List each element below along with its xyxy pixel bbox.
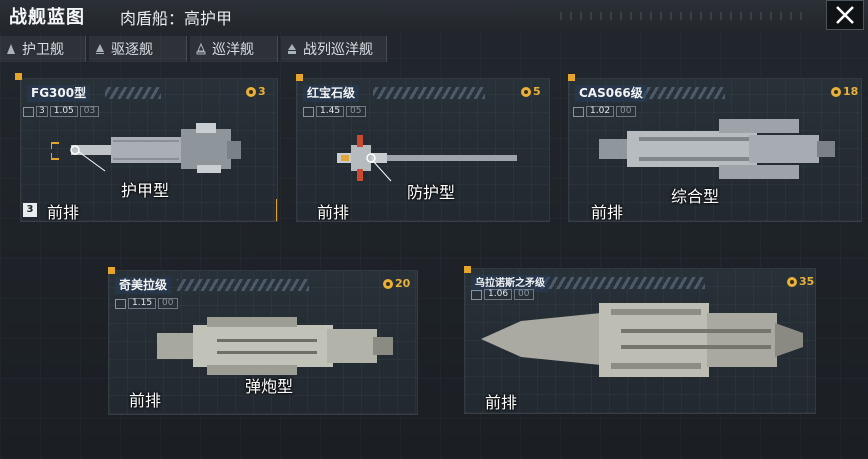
- name-stripe: [535, 277, 705, 289]
- header-decoration: [560, 12, 810, 20]
- tab-label: 巡洋舰: [212, 42, 254, 58]
- cost-value: 18: [843, 85, 859, 98]
- ship-class-tabs: 护卫舰 驱逐舰 巡洋舰 战列巡洋舰: [0, 36, 390, 62]
- credit-coin-icon: [383, 278, 393, 289]
- hull-class-icon: [96, 44, 104, 54]
- hull-class-icon: [7, 44, 15, 54]
- row-position: 前排: [485, 393, 518, 412]
- speed-icon: [471, 289, 482, 300]
- page-subtitle: 肉盾船：高护甲: [120, 9, 233, 28]
- ship-cost: 35: [787, 275, 814, 288]
- credit-coin-icon: [246, 86, 256, 97]
- speed-icon: [115, 298, 126, 309]
- tab-label: 驱逐舰: [111, 42, 153, 58]
- tab-destroyer[interactable]: 驱逐舰: [89, 36, 187, 62]
- ship-stats: 1.45 05: [303, 106, 366, 117]
- row-position: 前排: [129, 391, 162, 410]
- ship-cost: 20: [383, 277, 410, 290]
- ship-role: 弹炮型: [245, 377, 294, 396]
- cost-value: 5: [533, 85, 541, 98]
- ship-card-uranus-spear[interactable]: 乌拉诺斯之矛级 35 1.06 00 前排: [464, 268, 816, 414]
- stat-sub: 05: [346, 106, 366, 117]
- header-bar: 战舰蓝图 肉盾船：高护甲: [0, 0, 868, 32]
- corner-marker: [568, 74, 575, 81]
- stat-value: 1.15: [128, 298, 157, 309]
- stat-count: 3: [36, 106, 48, 117]
- row-position: 前排: [47, 203, 80, 222]
- close-button[interactable]: [826, 0, 864, 30]
- ship-name: 奇美拉级: [115, 277, 172, 294]
- ship-image: [599, 119, 835, 179]
- name-stripe: [633, 87, 725, 99]
- ship-name: FG300型: [27, 85, 91, 102]
- ship-card-chimera[interactable]: 奇美拉级 20 1.15 00 弹炮型 前排: [108, 270, 418, 415]
- cost-value: 35: [799, 275, 815, 288]
- tab-label: 护卫舰: [22, 42, 64, 58]
- ship-cost: 3: [246, 85, 266, 98]
- ship-card-cas066[interactable]: CAS066级 18 1.02 00 综合型 前排: [568, 78, 862, 222]
- row-number-badge: 3: [23, 203, 37, 217]
- page-title: 战舰蓝图: [9, 7, 85, 28]
- grid-icon: [23, 106, 34, 117]
- name-stripe: [373, 87, 485, 99]
- corner-marker: [464, 266, 471, 273]
- credit-coin-icon: [521, 86, 531, 97]
- stat-value: 1.45: [316, 106, 345, 117]
- ship-name: 红宝石级: [303, 85, 360, 102]
- row-position: 前排: [591, 203, 624, 222]
- name-stripe: [105, 87, 161, 99]
- cost-value: 20: [395, 277, 411, 290]
- ship-image: [481, 303, 803, 377]
- stat-value: 1.05: [49, 106, 78, 117]
- credit-coin-icon: [787, 276, 797, 287]
- corner-marker: [296, 74, 303, 81]
- ship-card-ruby[interactable]: 红宝石级 5 1.45 05 防护型 前排: [296, 78, 550, 222]
- tab-label: 战列巡洋舰: [303, 42, 373, 58]
- grid-icon: [573, 106, 584, 117]
- hull-class-icon: [288, 44, 296, 54]
- ship-stats: 1.15 00: [115, 298, 178, 309]
- hull-class-icon: [196, 43, 206, 55]
- ship-role: 护甲型: [121, 181, 170, 200]
- close-icon: [836, 6, 854, 24]
- credit-coin-icon: [831, 86, 841, 97]
- tab-frigate[interactable]: 护卫舰: [0, 36, 86, 62]
- tab-battlecruiser[interactable]: 战列巡洋舰: [281, 36, 387, 62]
- ship-stats: 3 1.05 03: [23, 106, 100, 117]
- ship-name: CAS066级: [575, 85, 647, 102]
- corner-marker: [108, 267, 115, 274]
- stat-sub: 03: [79, 106, 100, 117]
- stat-sub: 00: [158, 298, 178, 309]
- ship-image: [51, 123, 241, 173]
- ship-role: 防护型: [407, 183, 456, 202]
- ship-card-fg300[interactable]: FG300型 3 3 1.05 03 护甲型 3 前排: [20, 78, 278, 222]
- ship-cost: 18: [831, 85, 858, 98]
- ship-role: 综合型: [671, 187, 720, 206]
- selection-edge: [276, 199, 277, 221]
- tab-cruiser[interactable]: 巡洋舰: [190, 36, 278, 62]
- speed-icon: [303, 106, 314, 117]
- ship-cost: 5: [521, 85, 541, 98]
- ship-image: [157, 317, 393, 375]
- cost-value: 3: [258, 85, 266, 98]
- corner-marker: [15, 73, 22, 80]
- name-stripe: [177, 279, 309, 291]
- row-position: 前排: [317, 203, 350, 222]
